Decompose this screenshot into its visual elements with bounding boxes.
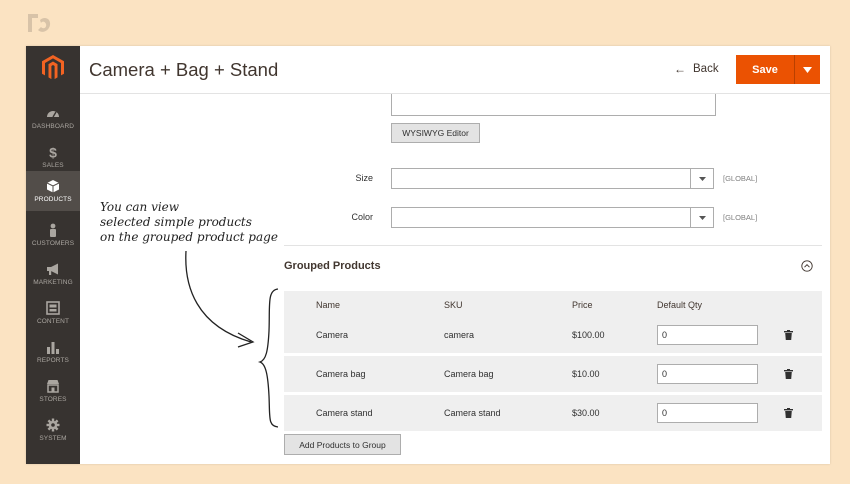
grid-header: Name SKU Price Default Qty [284, 291, 822, 317]
gear-icon [46, 418, 60, 432]
row-sku: Camera bag [444, 369, 494, 379]
trash-icon[interactable] [784, 369, 793, 379]
size-label: Size [355, 173, 373, 183]
size-select-chevron [690, 169, 713, 188]
row-name: Camera stand [316, 408, 373, 418]
sidebar-item-customers[interactable]: CUSTOMERS [26, 215, 80, 255]
save-button[interactable]: Save [736, 55, 794, 84]
sidebar-item-label: REPORTS [36, 357, 69, 364]
sidebar-item-dashboard[interactable]: DASHBOARD [26, 98, 80, 138]
sidebar-item-system[interactable]: SYSTEM [26, 410, 80, 450]
caret-down-icon [698, 176, 706, 181]
sidebar-item-label: DASHBOARD [31, 123, 75, 130]
annotation-bracket [257, 288, 279, 428]
magento-logo[interactable] [26, 46, 80, 88]
grouped-products-title[interactable]: Grouped Products [284, 260, 381, 272]
section-divider [284, 245, 822, 246]
watermark-logo-icon [28, 14, 51, 32]
arrow-left-icon: ← [674, 62, 686, 76]
trash-icon[interactable] [784, 408, 793, 418]
add-products-to-group-button[interactable]: Add Products to Group [284, 434, 401, 455]
color-scope-label: [GLOBAL] [723, 213, 758, 222]
default-qty-input[interactable]: 0 [657, 325, 758, 345]
sidebar-item-label: SALES [42, 162, 64, 169]
row-price: $10.00 [572, 369, 600, 379]
row-price: $100.00 [572, 330, 605, 340]
page-title: Camera + Bag + Stand [89, 59, 279, 80]
sidebar-item-label: MARKETING [33, 279, 73, 286]
row-sku: Camera stand [444, 408, 501, 418]
sidebar-item-label: SYSTEM [39, 435, 67, 442]
sidebar-item-label: PRODUCTS [34, 196, 72, 203]
person-icon [50, 223, 56, 237]
color-label: Color [351, 212, 373, 222]
caret-down-icon [803, 66, 812, 73]
row-sku: camera [444, 330, 475, 340]
sidebar-item-label: CONTENT [36, 318, 70, 325]
collapse-up-icon[interactable] [801, 260, 813, 272]
save-options-toggle[interactable] [794, 55, 820, 84]
size-select[interactable] [391, 168, 714, 189]
table-row: Camera stand Camera stand $30.00 0 [284, 395, 822, 431]
size-scope-label: [GLOBAL] [723, 174, 758, 183]
row-name: Camera bag [316, 369, 366, 379]
content-icon [46, 301, 60, 315]
caret-down-icon [698, 215, 706, 220]
cube-icon [46, 180, 60, 193]
annotation-arrow [185, 250, 252, 343]
default-qty-input[interactable]: 0 [657, 364, 758, 384]
admin-sidebar: DASHBOARD $ SALES PRODUCTS CUSTOMERS MAR… [26, 46, 80, 464]
sidebar-item-reports[interactable]: REPORTS [26, 332, 80, 372]
wysiwyg-editor-button[interactable]: WYSIWYG Editor [391, 123, 480, 143]
sidebar-item-content[interactable]: CONTENT [26, 293, 80, 333]
description-editor[interactable] [391, 94, 716, 116]
table-row: Camera bag Camera bag $10.00 0 [284, 356, 822, 392]
sidebar-item-marketing[interactable]: MARKETING [26, 254, 80, 294]
column-header-sku: SKU [444, 300, 463, 310]
default-qty-input[interactable]: 0 [657, 403, 758, 423]
color-select-chevron [690, 208, 713, 227]
megaphone-icon [47, 263, 58, 275]
column-header-name: Name [316, 300, 341, 310]
sidebar-item-stores[interactable]: STORES [26, 371, 80, 411]
sidebar-item-products[interactable]: PRODUCTS [26, 171, 80, 211]
back-label: Back [693, 63, 719, 75]
annotation-line: selected simple products [100, 215, 252, 229]
color-select[interactable] [391, 207, 714, 228]
annotation-note: You can view selected simple products on… [100, 200, 278, 245]
back-button[interactable]: ← Back [674, 62, 719, 76]
bar-chart-icon [47, 342, 59, 354]
store-icon [47, 380, 59, 393]
row-name: Camera [316, 330, 349, 340]
dollar-icon: $ [49, 145, 57, 159]
sidebar-item-label: CUSTOMERS [31, 240, 75, 247]
annotation-line: on the grouped product page [100, 230, 278, 244]
page-header: Camera + Bag + Stand ← Back Save [80, 46, 830, 94]
dashboard-icon [47, 111, 59, 118]
admin-window: DASHBOARD $ SALES PRODUCTS CUSTOMERS MAR… [26, 46, 830, 464]
magento-logo-icon [42, 54, 64, 79]
sidebar-item-label: STORES [39, 396, 67, 403]
svg-text:$: $ [49, 145, 57, 159]
annotation-line: You can view [100, 200, 180, 214]
column-header-price: Price [572, 300, 593, 310]
column-header-default-qty: Default Qty [657, 300, 703, 310]
annotation-arrowhead [237, 332, 255, 348]
row-price: $30.00 [572, 408, 600, 418]
trash-icon[interactable] [784, 330, 793, 340]
table-row: Camera camera $100.00 0 [284, 317, 822, 353]
